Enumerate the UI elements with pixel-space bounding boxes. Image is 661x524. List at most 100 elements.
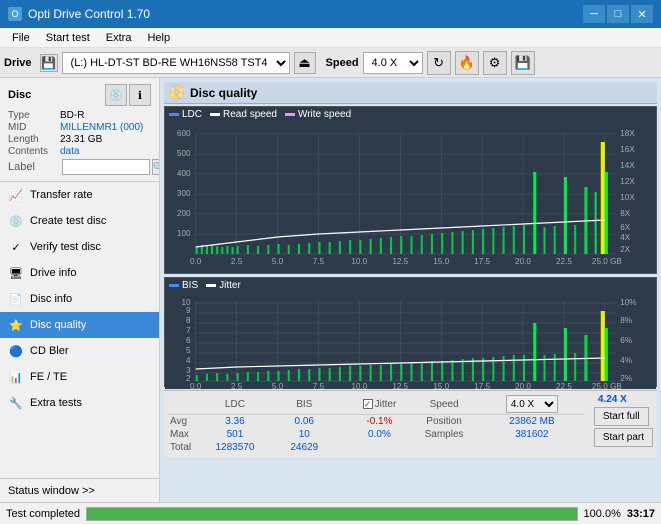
- disc-label-label: Label: [8, 161, 60, 173]
- status-window-button[interactable]: Status window >>: [0, 478, 159, 502]
- svg-text:500: 500: [177, 149, 191, 158]
- svg-text:10X: 10X: [620, 193, 635, 202]
- drive-toolbar: Drive 💾 (L:) HL-DT-ST BD-RE WH16NS58 TST…: [0, 48, 661, 78]
- chart2-legend: BIS Jitter: [165, 278, 656, 293]
- disc-header: Disc 💿 ℹ: [8, 84, 151, 106]
- sidebar-item-disc-quality[interactable]: ⭐ Disc quality: [0, 312, 159, 338]
- sidebar-item-label-cd-bler: CD Bler: [30, 345, 69, 357]
- menu-help[interactable]: Help: [139, 30, 178, 46]
- app-title: Opti Drive Control 1.70: [28, 7, 150, 21]
- sidebar-item-label-extra-tests: Extra tests: [30, 397, 82, 409]
- sidebar-item-disc-info[interactable]: 📄 Disc info: [0, 286, 159, 312]
- disc-label-input[interactable]: [62, 159, 150, 175]
- jitter-label: Jitter: [375, 399, 397, 410]
- stats-avg-bis: 0.06: [274, 415, 335, 429]
- sidebar-item-label-drive-info: Drive info: [30, 267, 76, 279]
- statusbar: Test completed 100.0% 33:17: [0, 502, 661, 524]
- stats-total-bis: 24629: [274, 441, 335, 454]
- maximize-button[interactable]: □: [607, 5, 629, 23]
- start-full-button[interactable]: Start full: [594, 407, 649, 426]
- sidebar-item-fe-te[interactable]: 📊 FE / TE: [0, 364, 159, 390]
- burn-button[interactable]: 🔥: [455, 51, 479, 75]
- stats-header-blank: [168, 394, 196, 415]
- legend-read-speed: Read speed: [210, 109, 277, 120]
- refresh-button[interactable]: ↻: [427, 51, 451, 75]
- svg-text:16X: 16X: [620, 145, 635, 154]
- start-part-button[interactable]: Start part: [594, 428, 653, 447]
- sidebar-item-label-disc-quality: Disc quality: [30, 319, 86, 331]
- stats-max-row: Max 501 10 0.0% Samples 381602: [168, 428, 584, 441]
- stats-total-label: Total: [168, 441, 196, 454]
- write-speed-color: [285, 113, 295, 116]
- sidebar-item-verify-test-disc[interactable]: ✓ Verify test disc: [0, 234, 159, 260]
- svg-text:22.5: 22.5: [556, 257, 572, 266]
- speed-select[interactable]: 4.0 X: [363, 52, 423, 74]
- settings-button[interactable]: ⚙: [483, 51, 507, 75]
- progress-track: [86, 507, 578, 521]
- stats-header-bis: BIS: [274, 394, 335, 415]
- svg-text:20.0: 20.0: [515, 257, 531, 266]
- disc-contents-row: Contents data: [8, 146, 151, 157]
- elapsed-time: 33:17: [627, 508, 655, 520]
- jitter-checkbox[interactable]: ✓: [363, 399, 373, 409]
- disc-label-row: Label 🔍: [8, 159, 151, 175]
- svg-text:20.0: 20.0: [515, 382, 531, 389]
- svg-text:2.5: 2.5: [231, 382, 243, 389]
- svg-text:12X: 12X: [620, 177, 635, 186]
- close-button[interactable]: ✕: [631, 5, 653, 23]
- legend-write-speed: Write speed: [285, 109, 351, 120]
- svg-text:18X: 18X: [620, 129, 635, 138]
- svg-text:4: 4: [186, 356, 191, 365]
- menu-file[interactable]: File: [4, 30, 38, 46]
- save-button[interactable]: 💾: [511, 51, 535, 75]
- legend-ldc-label: LDC: [182, 109, 202, 120]
- eject-button[interactable]: ⏏: [294, 52, 316, 74]
- disc-label-search-button[interactable]: 🔍: [152, 159, 160, 175]
- drive-select[interactable]: (L:) HL-DT-ST BD-RE WH16NS58 TST4: [62, 52, 290, 74]
- status-text: Test completed: [6, 508, 80, 520]
- svg-text:4X: 4X: [620, 233, 631, 242]
- nav-items: 📈 Transfer rate 💿 Create test disc ✓ Ver…: [0, 182, 159, 478]
- svg-text:7.5: 7.5: [313, 382, 325, 389]
- stats-header-speed-select-cell: 4.0 X: [480, 394, 584, 415]
- stats-avg-label: Avg: [168, 415, 196, 429]
- svg-text:100: 100: [177, 229, 191, 238]
- sidebar-item-transfer-rate[interactable]: 📈 Transfer rate: [0, 182, 159, 208]
- titlebar: O Opti Drive Control 1.70 ─ □ ✕: [0, 0, 661, 28]
- progress-fill: [87, 508, 577, 520]
- sidebar-item-create-test-disc[interactable]: 💿 Create test disc: [0, 208, 159, 234]
- svg-text:15.0: 15.0: [433, 257, 449, 266]
- svg-text:5: 5: [186, 346, 191, 355]
- stats-position-label: Position: [408, 415, 480, 429]
- disc-image-button[interactable]: 💿: [105, 84, 127, 106]
- verify-test-disc-icon: ✓: [8, 239, 24, 255]
- legend-jitter: Jitter: [206, 280, 241, 291]
- fe-te-icon: 📊: [8, 369, 24, 385]
- disc-type-label: Type: [8, 110, 60, 121]
- menu-start-test[interactable]: Start test: [38, 30, 98, 46]
- stats-avg-jitter: -0.1%: [351, 415, 409, 429]
- sidebar-item-cd-bler[interactable]: 🔵 CD Bler: [0, 338, 159, 364]
- svg-text:12.5: 12.5: [392, 257, 408, 266]
- sidebar-item-drive-info[interactable]: 🖥 Drive info: [0, 260, 159, 286]
- speed-label: Speed: [326, 57, 359, 69]
- stats-header-spacer: [335, 394, 351, 415]
- status-window-label: Status window >>: [8, 485, 95, 497]
- sidebar-item-extra-tests[interactable]: 🔧 Extra tests: [0, 390, 159, 416]
- menu-extra[interactable]: Extra: [98, 30, 140, 46]
- svg-text:5.0: 5.0: [272, 382, 284, 389]
- stats-position-val: 23862 MB: [480, 415, 584, 429]
- sidebar-item-label-create-test-disc: Create test disc: [30, 215, 106, 227]
- content-header: 📀 Disc quality: [164, 82, 657, 104]
- minimize-button[interactable]: ─: [583, 5, 605, 23]
- svg-text:2.5: 2.5: [231, 257, 243, 266]
- stats-avg-row: Avg 3.36 0.06 -0.1% Position 23862 MB: [168, 415, 584, 429]
- stats-samples-val: 381602: [480, 428, 584, 441]
- sidebar-item-label-transfer-rate: Transfer rate: [30, 189, 93, 201]
- legend-bis-label: BIS: [182, 280, 198, 291]
- speed-select-stats[interactable]: 4.0 X: [506, 395, 558, 413]
- read-speed-color: [210, 113, 220, 116]
- stats-total-row: Total 1283570 24629: [168, 441, 584, 454]
- disc-info-button[interactable]: ℹ: [129, 84, 151, 106]
- disc-quality-icon: ⭐: [8, 317, 24, 333]
